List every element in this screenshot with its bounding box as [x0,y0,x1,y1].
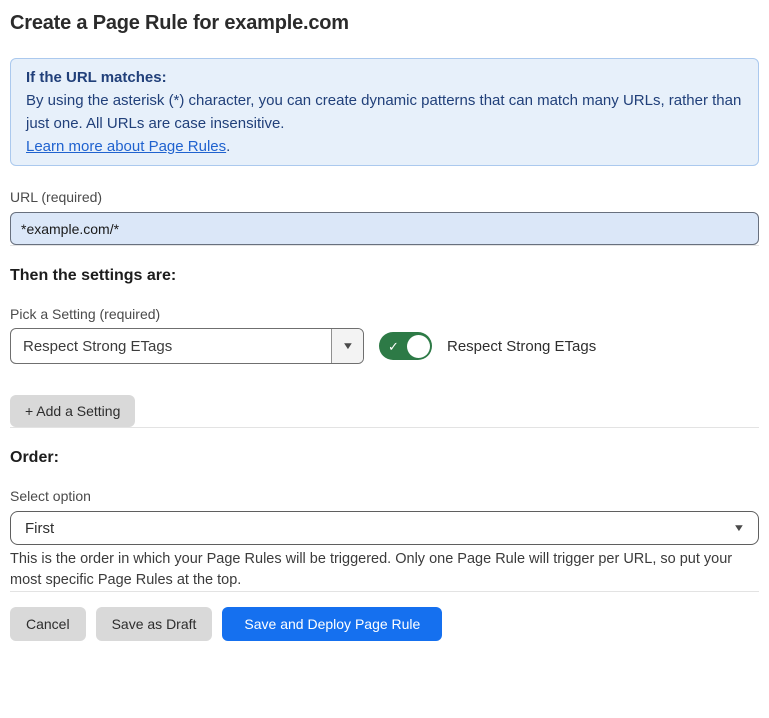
chevron-down-icon: ▼ [341,341,354,352]
divider [10,245,759,246]
order-select-label: Select option [10,488,759,504]
url-field-label: URL (required) [10,189,759,205]
info-heading: If the URL matches: [26,66,743,89]
save-draft-button[interactable]: Save as Draft [96,607,213,641]
order-help-text: This is the order in which your Page Rul… [10,549,759,591]
add-setting-button[interactable]: + Add a Setting [10,395,135,427]
chevron-down-icon: ▼ [733,523,746,534]
footer-actions: Cancel Save as Draft Save and Deploy Pag… [10,607,759,641]
toggle-label: Respect Strong ETags [447,338,596,355]
check-icon: ✓ [388,340,399,353]
url-input[interactable] [10,212,759,245]
save-deploy-button[interactable]: Save and Deploy Page Rule [222,607,442,641]
etags-toggle[interactable]: ✓ [379,332,432,360]
learn-more-link[interactable]: Learn more about Page Rules [26,138,226,155]
info-link-row: Learn more about Page Rules. [26,135,743,158]
pick-setting-label: Pick a Setting (required) [10,306,759,322]
toggle-knob [407,335,430,358]
order-section-heading: Order: [10,448,759,467]
setting-dropdown[interactable]: Respect Strong ETags ▼ [10,328,364,364]
link-suffix: . [226,138,230,155]
order-select-value: First [25,520,54,537]
divider [10,427,759,428]
cancel-button[interactable]: Cancel [10,607,86,641]
settings-section-heading: Then the settings are: [10,266,759,285]
order-select[interactable]: First ▼ [10,511,759,545]
setting-dropdown-arrow-button[interactable]: ▼ [331,329,363,363]
setting-dropdown-value: Respect Strong ETags [11,329,331,363]
divider [10,591,759,592]
info-body-text: By using the asterisk (*) character, you… [26,89,743,135]
page-title: Create a Page Rule for example.com [10,10,759,36]
setting-row: Respect Strong ETags ▼ ✓ Respect Strong … [10,328,759,364]
url-match-info-callout: If the URL matches: By using the asteris… [10,58,759,166]
